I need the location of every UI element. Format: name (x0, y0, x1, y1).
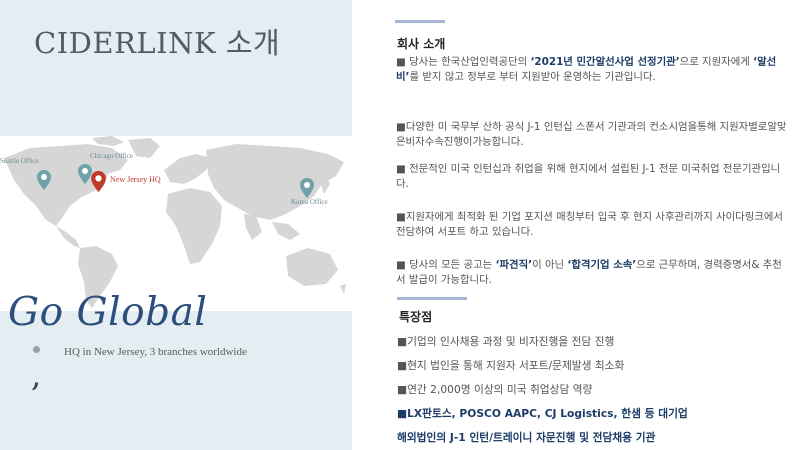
feature-item-2: ■현지 법인을 통해 지원자 서포트/문제발생 최소화 (397, 359, 625, 372)
korea-pin-icon (300, 178, 314, 198)
slide-title: CIDERLINK 소개 (34, 26, 281, 60)
slogan: Go Global (8, 290, 208, 335)
intro-paragraph-2: ■다양한 미 국무부 산하 공식 J-1 인턴십 스폰서 기관과의 컨소시엄을통… (396, 121, 787, 148)
hq-description: HQ in New Jersey, 3 branches worldwide (64, 346, 247, 358)
seattle-pin-icon (37, 170, 51, 190)
feature-item-1: ■기업의 인사채용 과정 및 비자진행을 전담 진행 (397, 335, 615, 348)
hq-pin-icon (91, 171, 106, 192)
feature-item-4: ■LX판토스, POSCO AAPC, CJ Logistics, 한샘 등 대… (397, 407, 688, 420)
feature-item-5: 해외법인의 J-1 인턴/트레이니 자문진행 및 전담채용 기관 (397, 431, 656, 444)
features-heading: 특장점 (399, 310, 433, 324)
intro-paragraph-4: ■지원자에게 최적화 된 기업 포지션 매칭부터 입국 후 현지 사후관리까지 … (396, 211, 783, 238)
intro-accent-bar (395, 20, 445, 23)
intro-paragraph-1: ■ 당사는 한국산업인력공단의 ‘2021년 민간알선사업 선정기관’으로 지원… (396, 56, 777, 83)
intro-paragraph-3: ■ 전문적인 미국 인턴십과 취업을 위해 현지에서 설립된 J-1 전문 미국… (396, 163, 781, 190)
seattle-office-label: Seattle Office (0, 157, 39, 165)
hq-label: New Jersey HQ (110, 175, 161, 184)
chicago-pin-icon (78, 164, 92, 184)
intro-heading: 회사 소개 (397, 37, 446, 51)
features-accent-bar (397, 297, 467, 300)
comma-mark-icon: , (31, 356, 42, 394)
world-map (4, 136, 346, 308)
korea-office-label: Korea Office (291, 198, 328, 206)
bullet-dot-icon (33, 346, 40, 353)
chicago-office-label: Chicago Office (90, 152, 133, 160)
intro-paragraph-5: ■ 당사의 모든 공고는 ‘파견직’이 아닌 ‘합격기업 소속’으로 근무하며,… (396, 259, 782, 286)
feature-item-3: ■연간 2,000명 이상의 미국 취업상담 역량 (397, 383, 593, 396)
